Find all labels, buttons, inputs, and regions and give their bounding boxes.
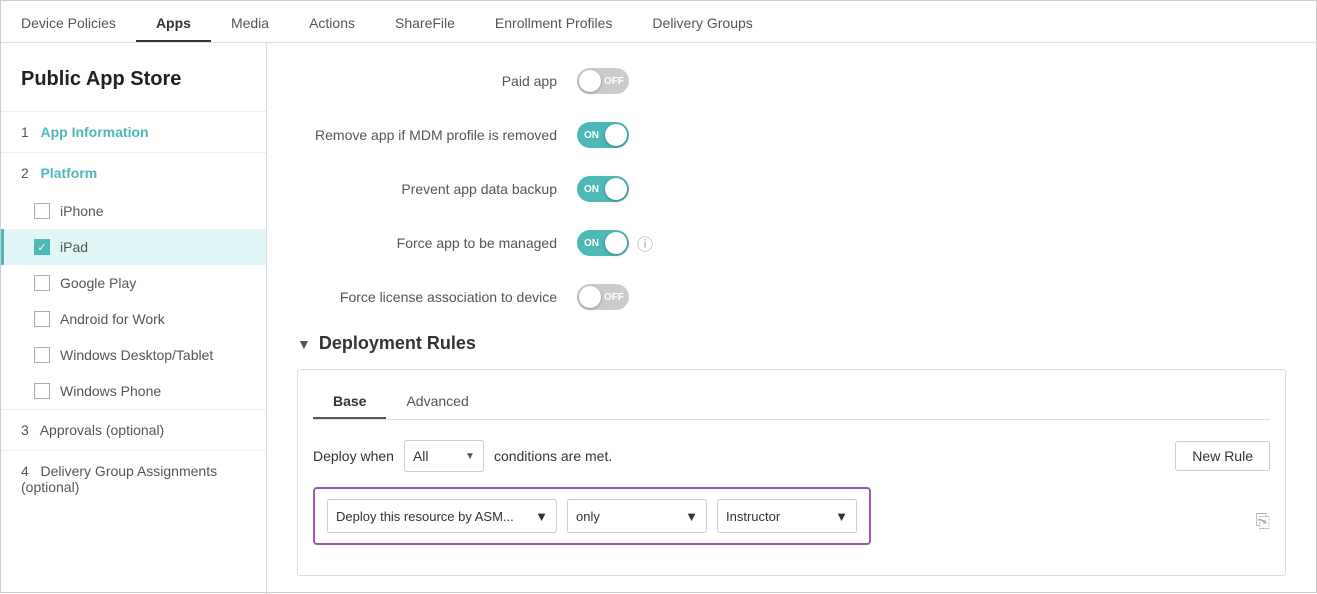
force-license-toggle[interactable]: OFF (577, 284, 629, 310)
deploy-when-row: Deploy when All ▼ conditions are met. Ne… (313, 440, 1270, 472)
force-managed-track[interactable]: ON (577, 230, 629, 256)
paid-app-label: Paid app (297, 73, 577, 89)
sidebar-item-google-play[interactable]: Google Play (1, 265, 266, 301)
prevent-backup-row: Prevent app data backup ON (297, 171, 1286, 207)
force-license-state: OFF (604, 292, 624, 303)
sidebar-item-windows-phone[interactable]: Windows Phone (1, 373, 266, 409)
tab-media[interactable]: Media (211, 0, 289, 42)
windows-desktop-label: Windows Desktop/Tablet (60, 347, 213, 363)
tab-enrollment-profiles[interactable]: Enrollment Profiles (475, 0, 633, 42)
sidebar-section-app-info[interactable]: 1 App Information (1, 111, 266, 152)
deploy-when-label: Deploy when (313, 448, 394, 464)
instructor-select[interactable]: Instructor ▼ (717, 499, 857, 533)
sidebar-item-android-for-work[interactable]: Android for Work (1, 301, 266, 337)
force-license-track[interactable]: OFF (577, 284, 629, 310)
sidebar-section-platform[interactable]: 2 Platform (1, 152, 266, 193)
iphone-checkbox[interactable] (34, 203, 50, 219)
only-select[interactable]: only ▼ (567, 499, 707, 533)
remove-app-track[interactable]: ON (577, 122, 629, 148)
remove-app-thumb (605, 124, 627, 146)
resource-chevron-icon: ▼ (535, 509, 548, 524)
resource-select[interactable]: Deploy this resource by ASM... ▼ (327, 499, 557, 533)
prevent-backup-state: ON (584, 184, 599, 195)
sidebar-item-ipad[interactable]: iPad (1, 229, 266, 265)
platform-label: Platform (40, 165, 97, 181)
sidebar-title: Public App Store (1, 58, 266, 111)
prevent-backup-thumb (605, 178, 627, 200)
rule-row: Deploy this resource by ASM... ▼ only ▼ … (313, 487, 871, 545)
collapse-arrow-icon: ▼ (297, 336, 311, 352)
windows-phone-label: Windows Phone (60, 383, 161, 399)
deploy-when-value: All (413, 448, 429, 464)
copy-icon[interactable]: ⎘ (1256, 511, 1270, 532)
prevent-backup-label: Prevent app data backup (297, 181, 577, 197)
windows-phone-checkbox[interactable] (34, 383, 50, 399)
tab-apps[interactable]: Apps (136, 0, 211, 42)
paid-app-toggle[interactable]: OFF (577, 68, 629, 94)
deployment-tabs: Base Advanced (313, 385, 1270, 420)
force-license-label: Force license association to device (297, 289, 577, 305)
only-chevron-icon: ▼ (685, 509, 698, 524)
tab-sharefile[interactable]: ShareFile (375, 0, 475, 42)
only-select-value: only (576, 509, 600, 524)
instructor-chevron-icon: ▼ (835, 509, 848, 524)
remove-app-state: ON (584, 130, 599, 141)
tab-advanced[interactable]: Advanced (386, 385, 488, 419)
remove-app-toggle[interactable]: ON (577, 122, 629, 148)
sidebar-item-iphone[interactable]: iPhone (1, 193, 266, 229)
deployment-rules-header[interactable]: ▼ Deployment Rules (297, 333, 1286, 354)
sidebar-item-windows-desktop[interactable]: Windows Desktop/Tablet (1, 337, 266, 373)
conditions-label: conditions are met. (494, 448, 612, 464)
approvals-number: 3 (21, 422, 29, 438)
sidebar: Public App Store 1 App Information 2 Pla… (1, 43, 267, 594)
force-managed-label: Force app to be managed (297, 235, 577, 251)
tab-actions[interactable]: Actions (289, 0, 375, 42)
google-play-checkbox[interactable] (34, 275, 50, 291)
delivery-label: Delivery Group Assignments (optional) (21, 463, 217, 495)
app-info-label: App Information (40, 124, 148, 140)
deploy-when-select[interactable]: All ▼ (404, 440, 484, 472)
paid-app-thumb (579, 70, 601, 92)
force-managed-thumb (605, 232, 627, 254)
prevent-backup-toggle[interactable]: ON (577, 176, 629, 202)
approvals-label: Approvals (optional) (40, 422, 165, 438)
chevron-down-icon: ▼ (465, 451, 475, 462)
ipad-label: iPad (60, 239, 88, 255)
android-for-work-label: Android for Work (60, 311, 165, 327)
paid-app-state: OFF (604, 76, 624, 87)
paid-app-track[interactable]: OFF (577, 68, 629, 94)
windows-desktop-checkbox[interactable] (34, 347, 50, 363)
ipad-checkbox[interactable] (34, 239, 50, 255)
app-info-number: 1 (21, 124, 29, 140)
force-license-thumb (579, 286, 601, 308)
tab-base[interactable]: Base (313, 385, 386, 419)
force-managed-toggle[interactable]: ON (577, 230, 629, 256)
android-for-work-checkbox[interactable] (34, 311, 50, 327)
tab-delivery-groups[interactable]: Delivery Groups (632, 0, 772, 42)
top-navigation: Device Policies Apps Media Actions Share… (1, 1, 1316, 43)
delivery-number: 4 (21, 463, 29, 479)
tab-device-policies[interactable]: Device Policies (1, 0, 136, 42)
new-rule-button[interactable]: New Rule (1175, 441, 1270, 471)
paid-app-row: Paid app OFF (297, 63, 1286, 99)
instructor-select-value: Instructor (726, 509, 780, 524)
force-license-row: Force license association to device OFF (297, 279, 1286, 315)
content-area: Paid app OFF Remove app if MDM profile i… (267, 43, 1316, 594)
remove-app-label: Remove app if MDM profile is removed (297, 127, 577, 143)
deployment-rules-section: ▼ Deployment Rules Base Advanced Deploy … (297, 333, 1286, 576)
force-managed-row: Force app to be managed ON ⓘ (297, 225, 1286, 261)
prevent-backup-track[interactable]: ON (577, 176, 629, 202)
force-managed-info-icon[interactable]: ⓘ (637, 231, 653, 255)
main-layout: Public App Store 1 App Information 2 Pla… (1, 43, 1316, 594)
sidebar-section-approvals[interactable]: 3 Approvals (optional) (1, 409, 266, 450)
platform-number: 2 (21, 165, 29, 181)
google-play-label: Google Play (60, 275, 136, 291)
remove-app-row: Remove app if MDM profile is removed ON (297, 117, 1286, 153)
force-managed-state: ON (584, 238, 599, 249)
resource-select-value: Deploy this resource by ASM... (336, 509, 514, 524)
sidebar-section-delivery-group[interactable]: 4 Delivery Group Assignments (optional) (1, 450, 266, 507)
deployment-rules-title: Deployment Rules (319, 333, 476, 354)
iphone-label: iPhone (60, 203, 104, 219)
